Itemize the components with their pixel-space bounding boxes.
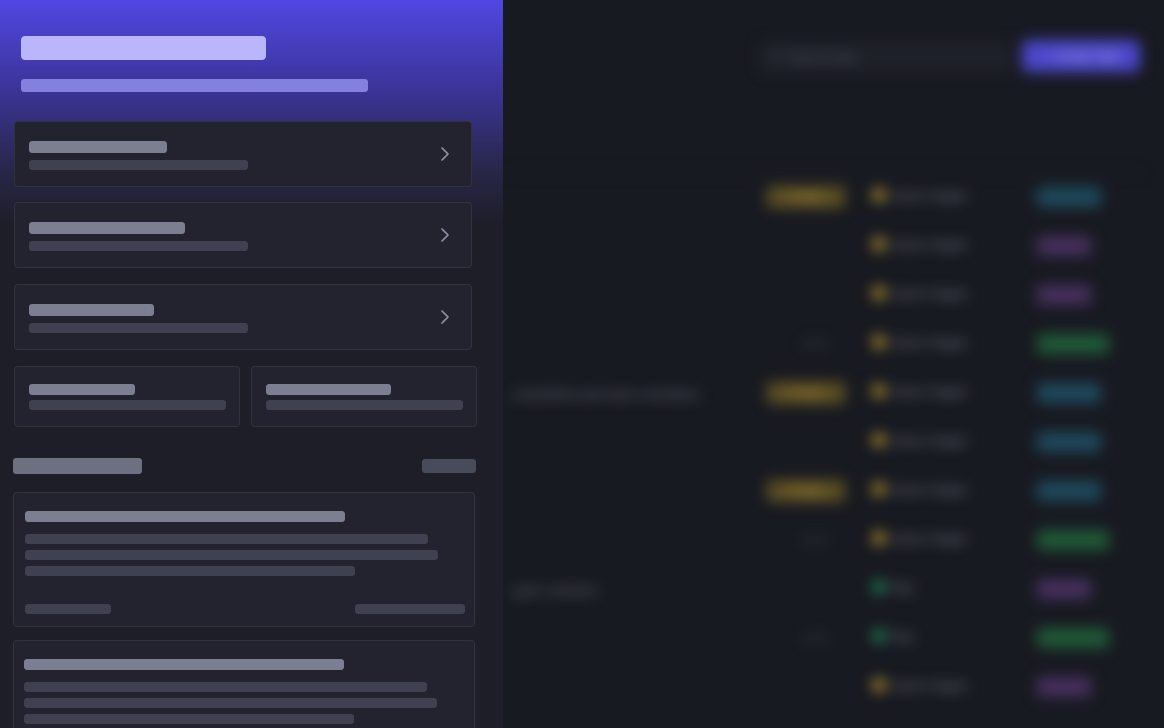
assignee-avatar bbox=[873, 189, 885, 201]
section-action-skeleton[interactable] bbox=[422, 459, 476, 473]
assignee-avatar bbox=[873, 581, 885, 593]
assignee-name: Ray bbox=[891, 580, 915, 595]
nav-card-title-skeleton bbox=[29, 222, 185, 234]
assignee-name: Jason Hagan bbox=[891, 433, 968, 448]
assignee-avatar bbox=[873, 532, 885, 544]
assignee-avatar bbox=[873, 336, 885, 348]
assignee-name: Jason Hagan bbox=[891, 237, 968, 252]
table-row[interactable]: Jason Hagan bbox=[503, 423, 1164, 463]
app-root: ⚲ Search tasks + Create Task Priority Jas… bbox=[0, 0, 1164, 728]
nav-card-1[interactable] bbox=[14, 121, 472, 187]
stat-card-2 bbox=[251, 366, 477, 427]
list-item-line-skeleton bbox=[24, 698, 437, 708]
list-item-title-skeleton bbox=[25, 511, 345, 522]
table-row[interactable]: Jason Hagan bbox=[503, 276, 1164, 316]
assignee-name: Jason Hagan bbox=[891, 335, 968, 350]
assignee-avatar bbox=[873, 287, 885, 299]
panel-subtitle-skeleton bbox=[21, 79, 368, 92]
status-badge[interactable] bbox=[1037, 334, 1109, 354]
stat-title-skeleton bbox=[29, 384, 135, 395]
nav-card-title-skeleton bbox=[29, 141, 167, 153]
chevron-right-icon bbox=[441, 310, 449, 324]
status-badge[interactable] bbox=[1037, 677, 1091, 697]
create-task-button[interactable]: + Create Task bbox=[1022, 40, 1140, 72]
nav-card-text-skeleton bbox=[29, 241, 248, 251]
side-panel bbox=[0, 0, 503, 728]
priority-badge: Priority bbox=[767, 382, 845, 404]
table-row[interactable]: 2 / 3 Jason Hagan bbox=[503, 521, 1164, 561]
assignee-name: Jason Hagan bbox=[891, 384, 968, 399]
nav-card-3[interactable] bbox=[14, 284, 472, 350]
stat-value-skeleton bbox=[29, 400, 226, 410]
table-row[interactable]: 1 / 2 Ray bbox=[503, 619, 1164, 659]
list-item-1[interactable] bbox=[13, 492, 475, 627]
table-row[interactable]: ...sheet/find and team members Priority Ja… bbox=[503, 374, 1164, 414]
assignee-avatar bbox=[873, 434, 885, 446]
status-badge[interactable] bbox=[1037, 628, 1109, 648]
priority-badge: Priority bbox=[767, 186, 845, 208]
assignee-name: Jason Hagan bbox=[891, 286, 968, 301]
status-badge[interactable] bbox=[1037, 530, 1109, 550]
plus-icon: + bbox=[1042, 49, 1050, 63]
nav-card-text-skeleton bbox=[29, 160, 248, 170]
priority-badge: Priority bbox=[767, 480, 845, 502]
list-item-line-skeleton bbox=[25, 550, 438, 560]
search-input[interactable]: ⚲ Search tasks bbox=[760, 42, 1010, 72]
status-badge[interactable] bbox=[1037, 285, 1091, 305]
status-badge[interactable] bbox=[1037, 236, 1091, 256]
list-item-line-skeleton bbox=[24, 682, 427, 692]
nav-card-2[interactable] bbox=[14, 202, 472, 268]
assignee-name: Ray bbox=[891, 629, 915, 644]
table-row[interactable]: 2 / 3 Jason Hagan bbox=[503, 325, 1164, 365]
status-badge[interactable] bbox=[1037, 187, 1101, 207]
table-row[interactable]: ...gain contacts Ray bbox=[503, 570, 1164, 610]
assignee-name: Jason Hagan bbox=[891, 188, 968, 203]
list-item-line-skeleton bbox=[25, 534, 428, 544]
stat-value-skeleton bbox=[266, 400, 463, 410]
assignee-avatar bbox=[873, 630, 885, 642]
status-badge[interactable] bbox=[1037, 481, 1101, 501]
list-item-meta-skeleton bbox=[25, 604, 111, 614]
assignee-avatar bbox=[873, 679, 885, 691]
task-title: ...sheet/find and team members bbox=[503, 386, 700, 402]
chevron-right-icon bbox=[441, 228, 449, 242]
nav-card-title-skeleton bbox=[29, 304, 154, 316]
assignee-name: Jason Hagan bbox=[891, 531, 968, 546]
create-task-label: Create Task bbox=[1055, 49, 1120, 63]
list-item-line-skeleton bbox=[24, 714, 354, 724]
search-icon: ⚲ bbox=[771, 50, 780, 64]
status-badge[interactable] bbox=[1037, 579, 1091, 599]
list-item-line-skeleton bbox=[25, 566, 355, 576]
stat-title-skeleton bbox=[266, 384, 391, 395]
table-row[interactable]: Priority Jason Hagan bbox=[503, 472, 1164, 512]
section-heading-skeleton bbox=[13, 458, 142, 474]
assignee-avatar bbox=[873, 238, 885, 250]
subtask-count: 1 / 2 bbox=[803, 631, 827, 645]
status-badge[interactable] bbox=[1037, 383, 1101, 403]
subtask-count: 2 / 3 bbox=[803, 337, 827, 351]
table-row[interactable]: Jason Hagan bbox=[503, 668, 1164, 708]
assignee-name: Jason Hagan bbox=[891, 678, 968, 693]
table-header-divider bbox=[503, 172, 1143, 173]
assignee-name: Jason Hagan bbox=[891, 482, 968, 497]
nav-card-text-skeleton bbox=[29, 323, 248, 333]
chevron-right-icon bbox=[441, 147, 449, 161]
list-item-2[interactable] bbox=[13, 640, 475, 728]
assignee-avatar bbox=[873, 385, 885, 397]
task-title: ...gain contacts bbox=[503, 582, 598, 598]
status-badge[interactable] bbox=[1037, 432, 1101, 452]
table-row[interactable]: Priority Jason Hagan bbox=[503, 178, 1164, 218]
list-item-meta-skeleton bbox=[355, 604, 465, 614]
assignee-avatar bbox=[873, 483, 885, 495]
list-item-title-skeleton bbox=[24, 659, 344, 670]
subtask-count: 2 / 3 bbox=[803, 533, 827, 547]
stat-card-1 bbox=[14, 366, 240, 427]
search-placeholder: Search tasks bbox=[787, 50, 858, 64]
panel-title-skeleton bbox=[21, 36, 266, 60]
table-row[interactable]: Jason Hagan bbox=[503, 227, 1164, 267]
